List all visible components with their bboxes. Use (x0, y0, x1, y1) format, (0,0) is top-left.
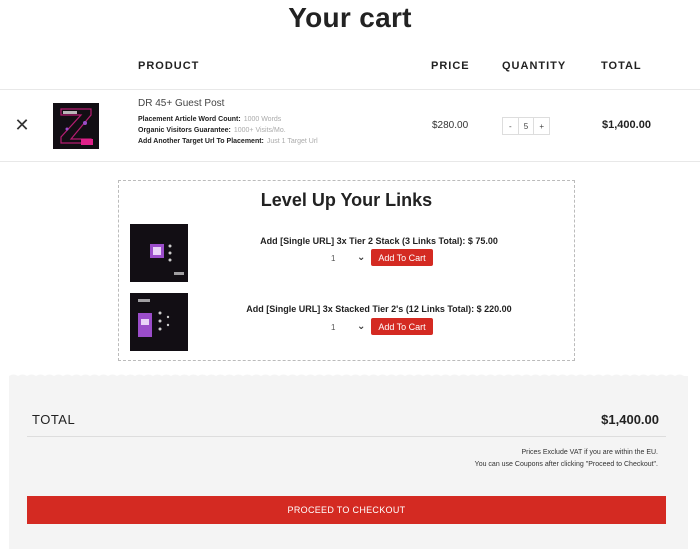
scalloped-edge-top (9, 374, 688, 379)
upsell-thumbnail-2 (130, 293, 188, 351)
row-divider (0, 161, 700, 162)
quantity-decrease-button[interactable]: - (503, 118, 518, 134)
page-title: Your cart (288, 2, 412, 33)
upsell-box: Level Up Your Links Add [Single URL] 3x … (118, 180, 575, 361)
table-divider (0, 89, 700, 90)
upsell-thumbnail-1 (130, 224, 188, 282)
header-quantity: QUANTITY (502, 60, 567, 72)
meta-visitors: Organic Visitors Guarantee: 1000+ Visits/… (138, 127, 286, 134)
product-thumbnail[interactable] (53, 103, 99, 149)
header-price: PRICE (431, 60, 470, 72)
vat-note: Prices Exclude VAT if you are within the… (521, 449, 658, 456)
header-product: PRODUCT (138, 60, 200, 72)
chevron-down-icon: ⌄ (357, 252, 366, 263)
summary-total-value: $1,400.00 (601, 412, 659, 427)
upsell-offer-1-text: Add [Single URL] 3x Tier 2 Stack (3 Link… (260, 236, 498, 246)
header-total: TOTAL (601, 60, 642, 72)
meta-word-count: Placement Article Word Count: 1000 Words (138, 116, 282, 123)
chevron-down-icon: ⌄ (357, 321, 366, 332)
upsell-offer-1-add-to-cart-button[interactable]: Add To Cart (371, 249, 433, 266)
upsell-offer-1-qty-select[interactable]: 1 ⌄ (331, 252, 367, 263)
quantity-stepper: - 5 + (502, 117, 550, 135)
upsell-offer-2-add-to-cart-button[interactable]: Add To Cart (371, 318, 433, 335)
cart-totals-panel: TOTAL $1,400.00 Prices Exclude VAT if yo… (9, 374, 688, 549)
summary-total-label: TOTAL (32, 412, 76, 427)
upsell-offer-2-qty-select[interactable]: 1 ⌄ (331, 321, 367, 332)
quantity-increase-button[interactable]: + (534, 118, 549, 134)
quantity-input[interactable]: 5 (517, 118, 535, 134)
meta-target-url: Add Another Target Url To Placement: Just… (138, 138, 318, 145)
coupon-note: You can use Coupons after clicking "Proc… (474, 461, 658, 468)
item-price: $280.00 (432, 120, 469, 131)
upsell-offer-2-text: Add [Single URL] 3x Stacked Tier 2's (12… (246, 304, 512, 314)
summary-divider (27, 436, 666, 437)
product-name[interactable]: DR 45+ Guest Post (138, 98, 224, 109)
remove-item-button[interactable]: ✕ (13, 116, 31, 134)
proceed-to-checkout-button[interactable]: PROCEED TO CHECKOUT (27, 496, 666, 524)
item-total: $1,400.00 (602, 119, 651, 131)
upsell-title: Level Up Your Links (260, 190, 433, 210)
